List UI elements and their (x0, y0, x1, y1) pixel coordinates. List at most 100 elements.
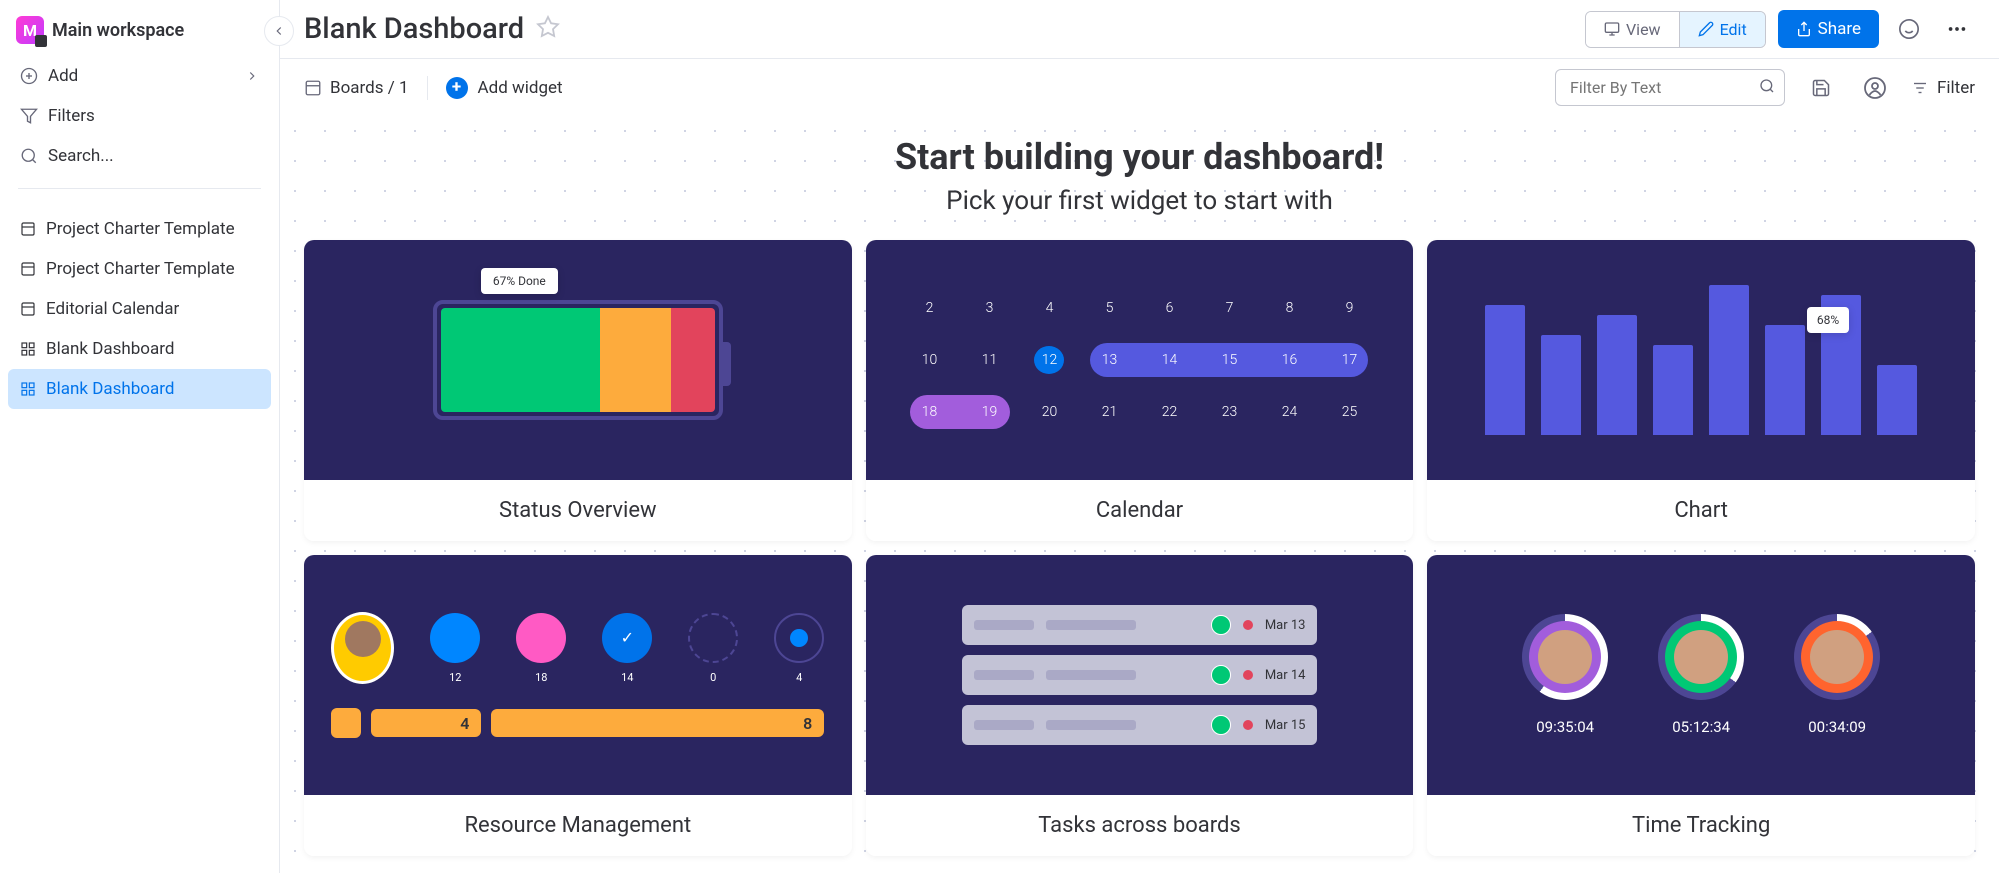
more-options-button[interactable] (1939, 11, 1975, 47)
sidebar-search-button[interactable]: Search... (8, 136, 271, 176)
workspace-logo-icon: M (16, 16, 44, 44)
dashboard-icon (20, 341, 36, 357)
chart-bar (1541, 335, 1581, 435)
board-item[interactable]: Editorial Calendar (8, 289, 271, 329)
view-label: View (1626, 20, 1661, 39)
workspace-name: Main workspace (52, 20, 184, 41)
board-item[interactable]: Blank Dashboard (8, 329, 271, 369)
resource-count: 0 (710, 671, 716, 684)
calendar-day: 23 (1214, 398, 1244, 426)
filter-button-label: Filter (1937, 78, 1975, 98)
board-icon (304, 79, 322, 97)
widget-time-tracking[interactable]: 09:35:0405:12:3400:34:09 Time Tracking (1427, 555, 1975, 856)
collapse-sidebar-button[interactable] (264, 16, 294, 46)
sidebar-filters-button[interactable]: Filters (8, 96, 271, 136)
share-label: Share (1818, 19, 1861, 39)
sidebar-search-label: Search... (48, 146, 114, 166)
resource-count: 4 (796, 671, 802, 684)
avatar-icon (1211, 715, 1231, 735)
board-item-label: Blank Dashboard (46, 379, 174, 399)
chevron-right-icon (245, 69, 259, 83)
star-icon (536, 15, 560, 39)
chart-bar (1597, 315, 1637, 435)
board-icon (20, 301, 36, 317)
add-widget-button[interactable]: + Add widget (446, 77, 563, 99)
board-icon (20, 221, 36, 237)
chart-bar (1485, 305, 1525, 435)
search-icon (1759, 78, 1775, 98)
resource-graphic: 12 18 ✓14 0 4 4 8 (331, 612, 824, 738)
user-circle-icon (1863, 76, 1887, 100)
widget-label: Time Tracking (1427, 795, 1975, 856)
favorite-star-button[interactable] (536, 15, 560, 43)
widget-label: Calendar (866, 480, 1414, 541)
sidebar-add-button[interactable]: Add (8, 56, 271, 96)
main: Blank Dashboard View Edit Share (280, 0, 1999, 873)
feedback-button[interactable] (1891, 11, 1927, 47)
dashboard-icon (20, 381, 36, 397)
user-button[interactable] (1857, 70, 1893, 106)
widget-resource-management[interactable]: 12 18 ✓14 0 4 4 8 (304, 555, 852, 856)
board-item[interactable]: Blank Dashboard (8, 369, 271, 409)
task-date: Mar 14 (1265, 668, 1306, 683)
filter-input-wrap (1555, 69, 1785, 106)
filter-button[interactable]: Filter (1911, 78, 1975, 98)
bar-chart-graphic: 68% (1485, 285, 1917, 435)
workspace-header[interactable]: M Main workspace (8, 16, 271, 56)
boards-count[interactable]: Boards / 1 (304, 78, 409, 98)
filter-text-input[interactable] (1555, 69, 1785, 106)
share-button[interactable]: Share (1778, 10, 1879, 48)
calendar-day: 21 (1094, 398, 1124, 426)
widget-calendar[interactable]: 2345678910111213141516171819202122232425… (866, 240, 1414, 541)
board-item[interactable]: Project Charter Template (8, 249, 271, 289)
widget-chart[interactable]: 68% Chart (1427, 240, 1975, 541)
calendar-day: 17 (1334, 346, 1364, 374)
widget-status-overview[interactable]: 67% Done Status Overview (304, 240, 852, 541)
widget-label: Tasks across boards (866, 795, 1414, 856)
calendar-day: 6 (1154, 294, 1184, 322)
board-list: Project Charter Template Project Charter … (8, 201, 271, 409)
subheader-separator (427, 76, 428, 100)
task-row: Mar 15 (962, 705, 1318, 745)
calendar-day: 3 (974, 294, 1004, 322)
board-item[interactable]: Project Charter Template (8, 209, 271, 249)
calendar-day: 4 (1034, 294, 1064, 322)
task-date: Mar 13 (1265, 618, 1306, 633)
chart-bar (1877, 365, 1917, 435)
dashboard-subheader: Boards / 1 + Add widget Fil (280, 58, 1999, 116)
sidebar-filters-label: Filters (48, 106, 95, 126)
view-edit-toggle: View Edit (1585, 11, 1766, 48)
resource-count: 12 (449, 671, 461, 684)
share-icon (1796, 21, 1812, 37)
calendar-day: 12 (1034, 346, 1064, 374)
pencil-icon (1698, 21, 1714, 37)
edit-label: Edit (1720, 20, 1747, 39)
battery-graphic: 67% Done (433, 300, 723, 420)
calendar-day: 18 (914, 398, 944, 426)
board-item-label: Editorial Calendar (46, 299, 179, 319)
calendar-day: 7 (1214, 294, 1244, 322)
progress-ring-icon (1522, 614, 1608, 700)
view-mode-button[interactable]: View (1586, 12, 1679, 47)
calendar-day: 14 (1154, 346, 1184, 374)
board-item-label: Project Charter Template (46, 259, 235, 279)
edit-mode-button[interactable]: Edit (1679, 12, 1765, 47)
time-value: 09:35:04 (1536, 718, 1594, 736)
calendar-day: 25 (1334, 398, 1364, 426)
page-title[interactable]: Blank Dashboard (304, 12, 524, 46)
calendar-day: 8 (1274, 294, 1304, 322)
save-button[interactable] (1803, 70, 1839, 106)
chevron-left-icon (272, 24, 286, 38)
tasks-graphic: Mar 13 Mar 14 Mar 15 (962, 605, 1318, 745)
task-row: Mar 14 (962, 655, 1318, 695)
widget-label: Status Overview (304, 480, 852, 541)
widget-label: Chart (1427, 480, 1975, 541)
calendar-day: 5 (1094, 294, 1124, 322)
calendar-day: 20 (1034, 398, 1064, 426)
chart-bar (1765, 325, 1805, 435)
calendar-day: 15 (1214, 346, 1244, 374)
time-tracking-entry: 09:35:04 (1522, 614, 1608, 736)
monitor-icon (1604, 21, 1620, 37)
calendar-day: 19 (974, 398, 1004, 426)
widget-tasks-across-boards[interactable]: Mar 13 Mar 14 Mar 15 Tasks across boards (866, 555, 1414, 856)
